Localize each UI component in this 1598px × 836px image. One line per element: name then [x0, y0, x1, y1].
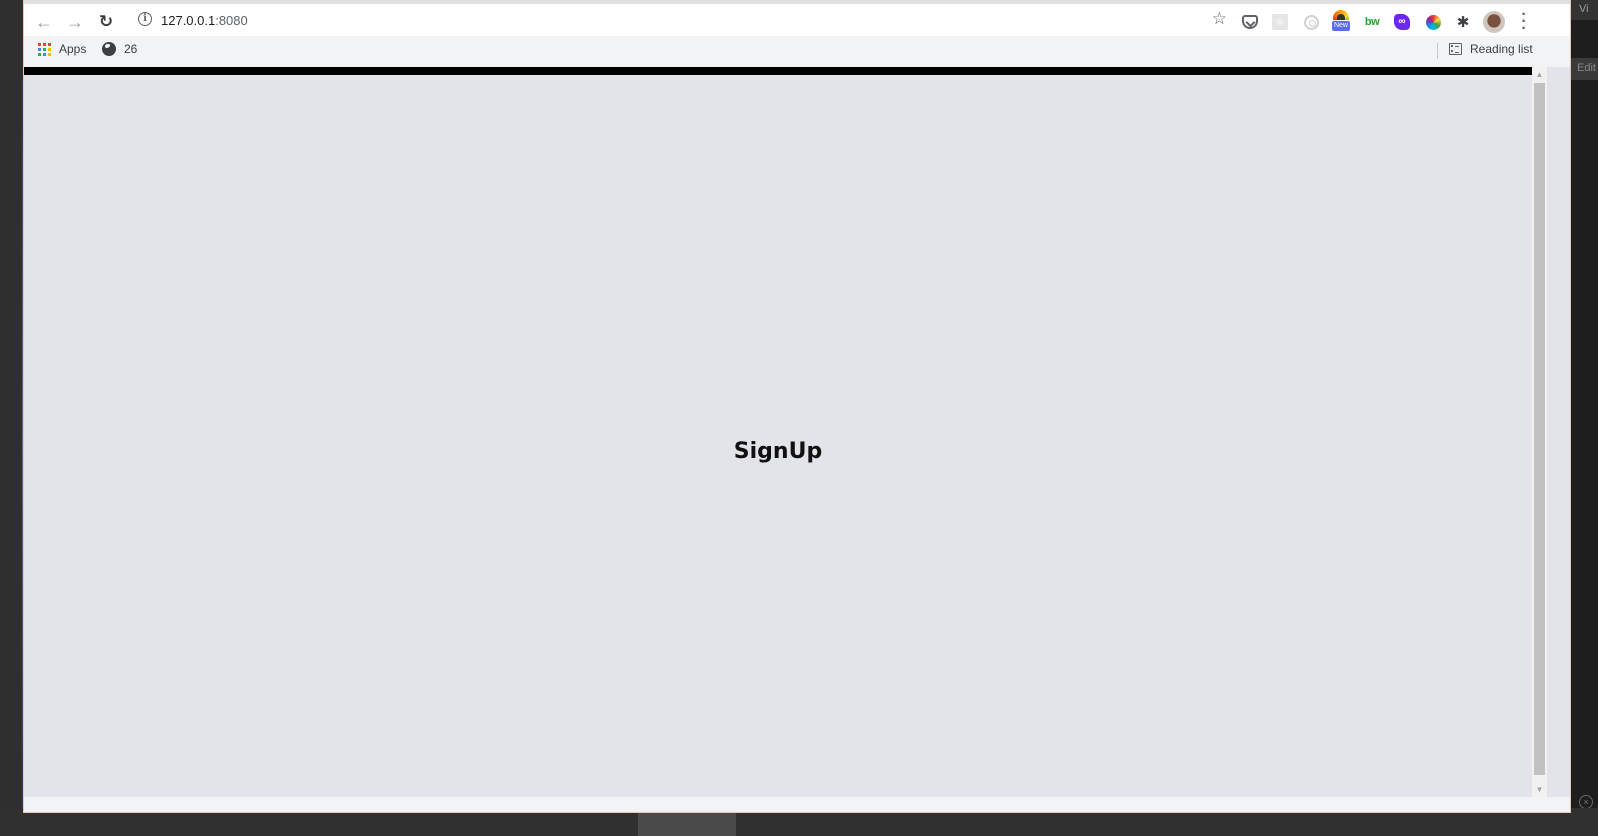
color-wheel-extension-button[interactable]: [1423, 12, 1443, 32]
bookmark-26[interactable]: 26: [102, 42, 137, 56]
reload-icon: ↻: [98, 12, 114, 31]
kebab-menu-icon: · · ·: [1521, 6, 1527, 37]
bw-extension-button[interactable]: bw: [1362, 12, 1382, 32]
extensions-button[interactable]: ✱: [1453, 12, 1473, 32]
apps-grid-dot: [43, 47, 46, 51]
bookmark-apps[interactable]: Apps: [38, 42, 86, 56]
bw-icon: bw: [1364, 16, 1380, 28]
infinity-link-icon: ∞: [1394, 14, 1410, 30]
bookmarks-divider: [1437, 43, 1438, 59]
bookmark-26-label: 26: [124, 42, 138, 56]
profile-avatar[interactable]: [1483, 11, 1505, 33]
reading-list-icon: [1449, 43, 1462, 55]
apps-grid-dot: [48, 52, 51, 56]
apps-grid-dot: [43, 52, 46, 56]
apps-grid-dot: [48, 42, 51, 46]
url-host: 127.0.0.1: [161, 13, 216, 28]
rainbow-extension-button[interactable]: New: [1331, 10, 1351, 36]
desktop-background-window: Vi Edit ×: [1571, 0, 1598, 809]
scroll-down-arrow-icon[interactable]: ▼: [1532, 782, 1547, 797]
puzzle-icon: ✱: [1456, 14, 1470, 31]
scroll-up-arrow-icon[interactable]: ▲: [1532, 67, 1547, 82]
address-bar[interactable]: i 127.0.0.1:8080 ☆: [128, 6, 1233, 34]
arrow-right-icon: →: [66, 11, 84, 32]
close-circle-icon[interactable]: ×: [1579, 795, 1593, 809]
react-atom-icon: ⚛: [1272, 14, 1288, 30]
globe-icon: [102, 42, 116, 56]
browser-menu-button[interactable]: · · ·: [1516, 7, 1532, 37]
apps-grid-icon: [38, 42, 51, 56]
bookmark-star-icon[interactable]: ☆: [1212, 9, 1227, 29]
reading-list-label: Reading list: [1470, 42, 1533, 56]
bookmark-apps-label: Apps: [59, 42, 87, 56]
page-viewport: SignUp ▲ ▼: [24, 67, 1570, 797]
bookmarks-bar: Apps 26 Reading list: [24, 36, 1570, 67]
background-window-menu: Edit: [1571, 58, 1598, 80]
new-badge: New: [1331, 21, 1350, 31]
apps-grid-dot: [38, 42, 41, 46]
forward-button[interactable]: →: [63, 10, 87, 34]
info-icon[interactable]: i: [138, 12, 152, 26]
apps-grid-dot: [38, 47, 41, 51]
pocket-extension-button[interactable]: [1240, 12, 1260, 32]
back-button[interactable]: ←: [32, 10, 56, 34]
vertical-scrollbar[interactable]: ▲ ▼: [1532, 67, 1547, 797]
target-icon: [1303, 14, 1319, 30]
browser-toolbar: ← → ↻ i 127.0.0.1:8080 ☆ ⚛ New bw ∞ ✱ · ·…: [24, 0, 1570, 37]
link-extension-button[interactable]: ∞: [1392, 12, 1412, 32]
background-window-tab: Vi: [1571, 0, 1598, 20]
color-wheel-icon: [1425, 14, 1441, 30]
url-port: :8080: [215, 13, 248, 28]
scrollbar-thumb[interactable]: [1534, 83, 1545, 775]
pocket-icon: [1242, 15, 1258, 29]
apps-grid-dot: [43, 42, 46, 46]
page-title: SignUp: [733, 439, 823, 464]
arrow-left-icon: ←: [35, 11, 53, 32]
reload-button[interactable]: ↻: [94, 10, 118, 34]
rainbow-icon: [1333, 10, 1349, 20]
url-text[interactable]: 127.0.0.1:8080: [161, 13, 248, 28]
target-extension-button[interactable]: [1301, 12, 1321, 32]
react-extension-button[interactable]: ⚛: [1270, 12, 1290, 32]
apps-grid-dot: [48, 47, 51, 51]
reading-list-button[interactable]: Reading list: [1449, 42, 1533, 56]
apps-grid-dot: [38, 52, 41, 56]
browser-window: ← → ↻ i 127.0.0.1:8080 ☆ ⚛ New bw ∞ ✱ · ·…: [23, 0, 1571, 813]
